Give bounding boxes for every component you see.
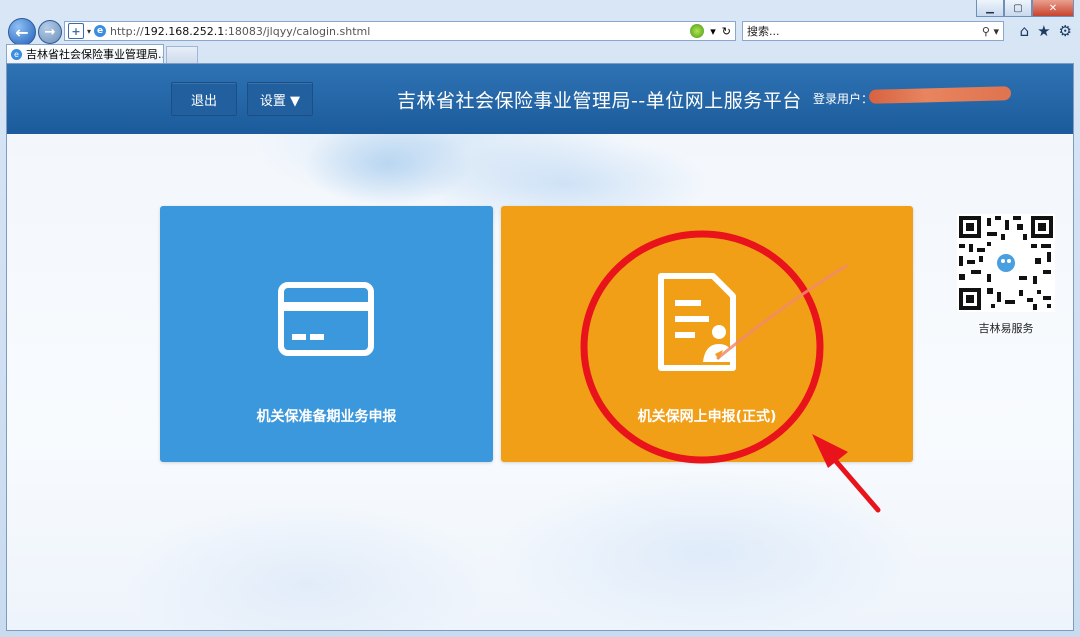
page-viewport: 退出 设置 ▼ 吉林省社会保险事业管理局--单位网上服务平台 登录用户： 机关保… xyxy=(6,63,1074,631)
search-placeholder: 搜索... xyxy=(747,25,780,38)
url-prefix: http:// xyxy=(110,24,144,38)
qr-caption: 吉林易服务 xyxy=(978,322,1034,335)
tile-preparation-period-filing[interactable]: 机关保准备期业务申报 xyxy=(160,206,493,462)
forward-button[interactable]: → xyxy=(38,20,62,44)
settings-button[interactable]: 设置 ▼ xyxy=(247,82,313,116)
tile-online-filing-official[interactable]: 机关保网上申报(正式) xyxy=(501,206,913,462)
gear-icon[interactable]: ⚙ xyxy=(1059,22,1072,40)
document-user-icon xyxy=(658,273,736,371)
tile-label: 机关保准备期业务申报 xyxy=(256,409,397,425)
ie-page-icon: e xyxy=(94,25,107,37)
logout-button[interactable]: 退出 xyxy=(171,82,237,116)
home-icon[interactable]: ⌂ xyxy=(1020,22,1030,40)
back-button[interactable]: ← xyxy=(8,18,36,46)
favorites-star-icon[interactable]: ★ xyxy=(1037,22,1050,40)
bank-card-icon xyxy=(278,282,374,356)
tab-title: 吉林省社会保险事业管理局... xyxy=(26,48,164,61)
window-controls: ▁ ▢ ✕ xyxy=(976,0,1074,17)
tab-strip: e 吉林省社会保险事业管理局... ✕ xyxy=(0,44,1080,63)
page-status-icon[interactable] xyxy=(690,24,705,38)
search-input[interactable]: 搜索... ⚲ ▾ xyxy=(742,21,1004,41)
maximize-icon[interactable]: ▢ xyxy=(1004,0,1032,17)
login-user-label: 登录用户： xyxy=(813,92,874,106)
qr-code-panel: 吉林易服务 xyxy=(951,214,1061,336)
ie-tab-icon: e xyxy=(11,48,22,60)
navigation-bar: ← → + ▾ e http://192.168.252.1:18083/jlq… xyxy=(0,16,1080,46)
browser-window: ▁ ▢ ✕ ← → + ▾ e http://192.168.252.1:180… xyxy=(0,0,1080,637)
url-text[interactable]: http://192.168.252.1:18083/jlqyy/calogin… xyxy=(110,25,370,38)
minimize-icon[interactable]: ▁ xyxy=(976,0,1004,17)
close-icon[interactable]: ✕ xyxy=(1032,0,1074,17)
refresh-icon[interactable]: ↻ xyxy=(722,25,731,38)
search-icon[interactable]: ⚲ ▾ xyxy=(982,25,999,38)
site-body: 机关保准备期业务申报 机关保网上申报(正式) 吉林易服务 xyxy=(7,134,1073,630)
tile-label: 机关保网上申报(正式) xyxy=(637,409,777,425)
compatibility-view-icon[interactable]: + xyxy=(68,23,84,39)
page-title: 吉林省社会保险事业管理局--单位网上服务平台 xyxy=(397,90,802,112)
chevron-down-icon[interactable]: ▾ xyxy=(87,27,91,36)
chevron-down-icon[interactable]: ▾ xyxy=(710,25,716,38)
qr-code xyxy=(957,214,1055,312)
url-path: :18083/jlqyy/calogin.shtml xyxy=(224,24,371,38)
browser-toolbar: ⌂ ★ ⚙ xyxy=(1020,22,1072,40)
site-header: 退出 设置 ▼ 吉林省社会保险事业管理局--单位网上服务平台 登录用户： xyxy=(7,64,1073,135)
address-actions: ▾ ↻ xyxy=(690,24,731,38)
new-tab-button[interactable] xyxy=(166,46,198,63)
tab-active[interactable]: e 吉林省社会保险事业管理局... ✕ xyxy=(6,44,164,63)
redacted-username xyxy=(868,86,1012,104)
address-bar[interactable]: + ▾ e http://192.168.252.1:18083/jlqyy/c… xyxy=(64,21,736,41)
url-host: 192.168.252.1 xyxy=(143,24,225,38)
